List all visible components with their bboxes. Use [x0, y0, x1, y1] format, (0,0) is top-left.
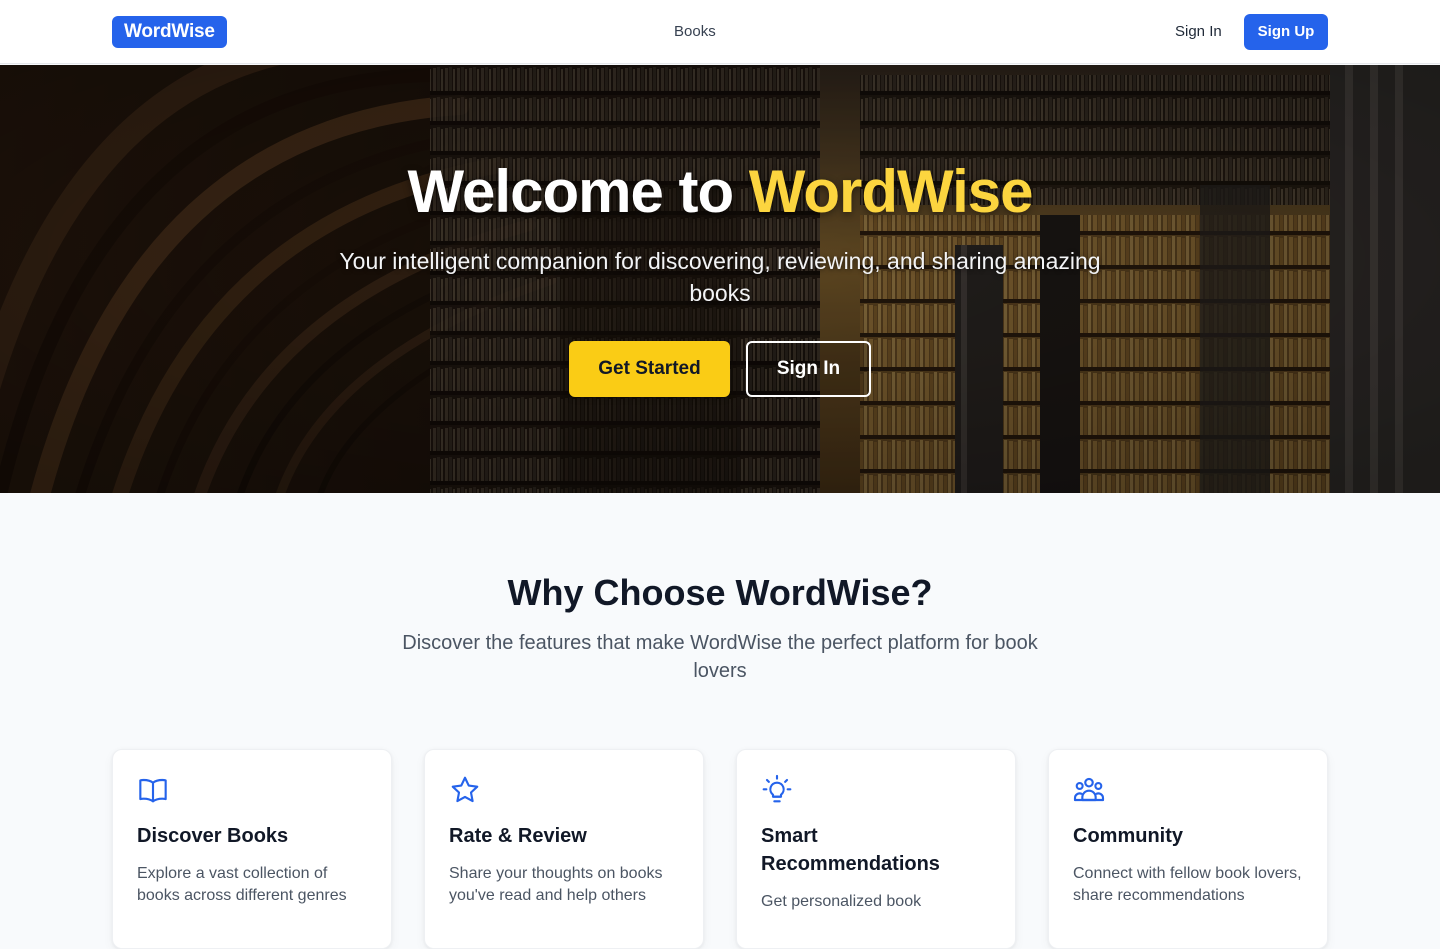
- feature-card-discover: Discover Books Explore a vast collection…: [112, 749, 392, 949]
- features-title: Why Choose WordWise?: [507, 572, 933, 613]
- get-started-button[interactable]: Get Started: [569, 341, 730, 397]
- features-subtitle: Discover the features that make WordWise…: [402, 632, 1038, 682]
- hero-title-accent: WordWise: [748, 158, 1034, 225]
- nav-link-books[interactable]: Books: [674, 22, 716, 42]
- hero-subtitle: Your intelligent companion for discoveri…: [339, 248, 1101, 306]
- nav-sign-up-button[interactable]: Sign Up: [1244, 14, 1328, 50]
- feature-card-description: Share your thoughts on books you've read…: [449, 865, 663, 904]
- hero-content: Welcome to WordWise Your intelligent com…: [0, 65, 1440, 493]
- feature-card-title: Smart Recommendations: [761, 825, 940, 875]
- hero-title: Welcome to WordWise: [0, 157, 1440, 227]
- hero-title-prefix: Welcome to: [407, 158, 749, 225]
- feature-card-description: Explore a vast collection of books acros…: [137, 865, 347, 904]
- open-book-icon: [137, 774, 169, 806]
- feature-card-community: Community Connect with fellow book lover…: [1048, 749, 1328, 949]
- feature-card-description: Get personalized book: [761, 893, 922, 910]
- feature-card-title: Community: [1073, 825, 1183, 847]
- feature-card-recommendations: Smart Recommendations Get personalized b…: [736, 749, 1016, 949]
- users-icon: [1073, 774, 1105, 806]
- feature-card-rate-review: Rate & Review Share your thoughts on boo…: [424, 749, 704, 949]
- lightbulb-icon: [761, 774, 793, 806]
- hero-sign-in-button[interactable]: Sign In: [746, 341, 871, 397]
- hero-section: Welcome to WordWise Your intelligent com…: [0, 65, 1440, 493]
- nav-sign-in-link[interactable]: Sign In: [1175, 22, 1222, 42]
- star-icon: [449, 774, 481, 806]
- feature-card-title: Rate & Review: [449, 825, 587, 847]
- navbar: WordWise Books Sign In Sign Up: [0, 0, 1440, 64]
- feature-card-description: Connect with fellow book lovers, share r…: [1073, 865, 1302, 904]
- feature-card-title: Discover Books: [137, 825, 289, 847]
- logo[interactable]: WordWise: [112, 16, 227, 48]
